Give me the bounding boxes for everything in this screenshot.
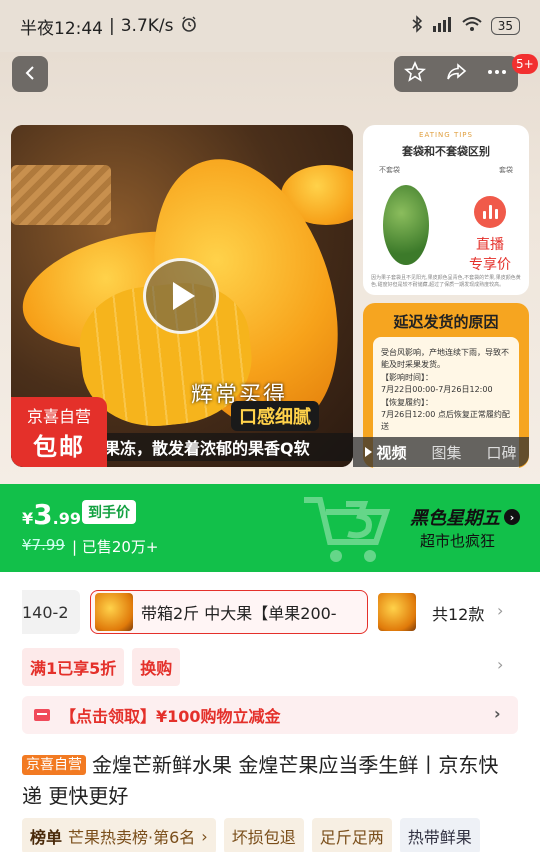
back-button[interactable] <box>12 56 48 92</box>
col-left: 不套袋 <box>379 166 400 174</box>
event-subtitle: 超市也疯狂 <box>420 532 496 550</box>
tab-video-label: 视频 <box>376 443 407 462</box>
hand-price-badge: 到手价 <box>82 500 136 524</box>
chevron-right-icon: › <box>494 704 501 723</box>
product-title-text: 金煌芒新鲜水果 金煌芒果应当季生鲜丨京东快递 更快更好 <box>22 753 499 808</box>
coupon-text: 【点击领取】¥100购物立减金 <box>60 707 281 726</box>
live-icon <box>474 196 506 228</box>
chevron-right-icon: › <box>504 509 520 525</box>
original-price: ¥7.99 <box>22 536 65 554</box>
free-shipping-badge: 京喜自营 包邮 <box>11 397 107 467</box>
tips-title: 套袋和不套袋区别 <box>402 145 490 158</box>
status-bar: 半夜12:44 | 3.7K/s 35 <box>0 0 540 52</box>
chevron-left-icon <box>22 62 38 87</box>
status-right: 35 <box>411 15 520 37</box>
event-title: 黑色星期五 <box>410 508 500 529</box>
delay-time-label: 【影响时间】： <box>381 372 433 382</box>
actions-pill <box>394 56 518 92</box>
basket-image <box>11 165 111 225</box>
card-icon <box>34 709 50 721</box>
price-decimal: .99 <box>52 509 81 528</box>
sku-selector: 140-2 带箱2斤 中大果【单果200- 共12款 › <box>0 590 540 634</box>
live-label: 直播 <box>476 237 504 253</box>
sku-thumbnail-next[interactable] <box>378 593 416 631</box>
chevron-right-icon: › <box>201 826 208 846</box>
currency-symbol: ¥ <box>22 509 34 528</box>
black-friday-link[interactable]: 黑色星期五 › <box>410 504 520 530</box>
star-icon[interactable] <box>403 60 426 88</box>
chevron-right-icon[interactable]: › <box>497 655 503 674</box>
tips-fine-print: 因为果子套袋且不见阳光,果皮颜色呈青色,不套袋的芒果,果皮颜色黄色,甜度好但是较… <box>371 275 521 288</box>
status-speed: 3.7K/s <box>120 16 174 36</box>
badge-store: 京喜自营 <box>26 406 91 426</box>
more-badge: 5+ <box>512 54 538 74</box>
delay-title: 延迟发货的原因 <box>393 313 499 331</box>
sku-option-prev[interactable]: 140-2 <box>22 590 80 634</box>
unbagged-mango-image <box>383 185 429 265</box>
tips-label: EATING TIPS <box>419 131 473 139</box>
signal-icon <box>431 16 453 36</box>
product-title: 京喜自营 金煌芒新鲜水果 金煌芒果应当季生鲜丨京东快递 更快更好 <box>22 750 518 812</box>
delay-time: 7月22日00:00-7月26日12:00 <box>381 385 493 395</box>
video-overlay-label: 口感细腻 <box>231 401 319 431</box>
tips-columns: 不套袋 套袋 <box>363 159 529 175</box>
ranking-chip[interactable]: 榜单 芒果热卖榜·第6名 › <box>22 818 216 852</box>
feature-chip-weight[interactable]: 足斤足两 <box>311 818 392 852</box>
tab-gallery[interactable]: 图集 <box>431 442 461 463</box>
alarm-icon <box>180 15 198 38</box>
col-right: 套袋 <box>499 166 513 174</box>
discount-chip[interactable]: 满1已享5折 <box>22 648 125 686</box>
coupon-banner[interactable]: 【点击领取】¥100购物立减金 › <box>22 696 518 734</box>
sku-thumbnail <box>95 593 133 631</box>
product-video[interactable]: 辉常买得 口感细腻 果冻，散发着浓郁的果香Q软 京喜自营 包邮 <box>11 125 353 467</box>
feature-chips: 榜单 芒果热卖榜·第6名 › 坏损包退 足斤足两 热带鲜果 <box>22 818 480 852</box>
media-tabs: 视频 图集 口碑 <box>353 437 529 467</box>
play-button[interactable] <box>143 258 219 334</box>
price-integer: 3 <box>33 498 53 531</box>
delay-reason: 受台风影响，产地连续下雨，导致不能及时采果发货。 <box>381 348 509 370</box>
status-left: 半夜12:44 | 3.7K/s <box>20 14 198 39</box>
play-icon <box>173 282 195 310</box>
chevron-right-icon[interactable]: › <box>497 601 503 620</box>
status-time: 半夜12:44 <box>20 18 103 39</box>
live-price-label: 专享价 <box>469 257 511 273</box>
ranking-text: 芒果热卖榜·第6名 <box>68 828 196 847</box>
video-subtitle: 果冻，散发着浓郁的果香Q软 <box>96 433 353 461</box>
sold-count: | 已售20万+ <box>72 538 159 556</box>
promo-bar: ¥ 3 .99 到手价 ¥7.99 | 已售20万+ 黑色星期五 › 超市也疯狂 <box>0 484 540 572</box>
ranking-label: 榜单 <box>30 828 63 847</box>
wifi-icon <box>461 16 483 36</box>
resume-time: 7月26日12:00 点后恢复正常履约配送 <box>381 409 510 432</box>
play-small-icon <box>365 447 373 457</box>
store-tag: 京喜自营 <box>22 755 86 775</box>
share-icon[interactable] <box>445 61 467 88</box>
price: ¥ 3 .99 <box>22 498 81 531</box>
sku-selected-label: 带箱2斤 中大果【单果200- <box>141 604 337 623</box>
trade-in-chip[interactable]: 换购 <box>132 648 181 686</box>
sku-option-selected[interactable]: 带箱2斤 中大果【单果200- <box>90 590 368 634</box>
more-icon[interactable] <box>486 61 508 88</box>
promo-chips: 满1已享5折 换购 <box>22 648 181 686</box>
status-divider: | <box>109 16 115 36</box>
live-price-button[interactable]: 直播 专享价 <box>454 190 526 274</box>
feature-chip-category[interactable]: 热带鲜果 <box>399 818 480 852</box>
battery-icon: 35 <box>490 17 520 35</box>
cart-icon <box>304 497 390 562</box>
feature-chip-return[interactable]: 坏损包退 <box>223 818 304 852</box>
resume-label: 【恢复履约】： <box>381 397 433 407</box>
tab-video[interactable]: 视频 <box>365 442 407 463</box>
tab-reviews[interactable]: 口碑 <box>486 442 516 463</box>
bluetooth-icon <box>411 15 423 37</box>
badge-free-shipping: 包邮 <box>33 432 85 461</box>
sku-count[interactable]: 共12款 <box>432 601 484 625</box>
